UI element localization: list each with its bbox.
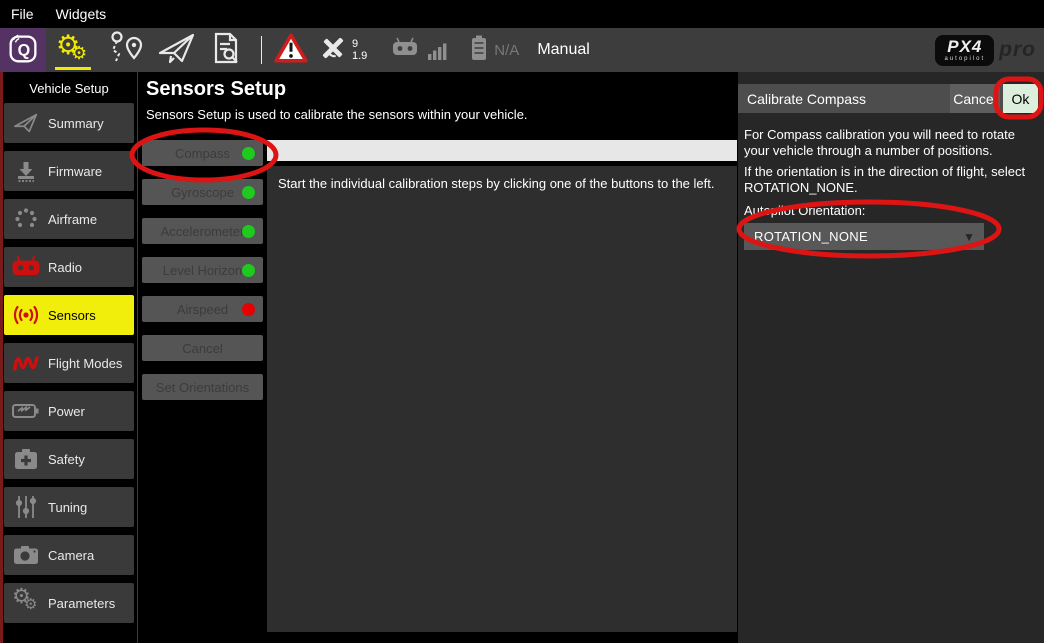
compass-button[interactable]: Compass [142,140,263,166]
gyroscope-button[interactable]: Gyroscope [142,179,263,205]
airspeed-button[interactable]: Airspeed [142,296,263,322]
sidebar-item-flight-modes[interactable]: Flight Modes [4,343,134,383]
vehicle-setup-tab[interactable]: ⚙⚙ [46,28,100,72]
gears-icon: ⚙⚙ [56,34,90,66]
active-tab-underline [55,67,91,70]
toolbar-divider [261,36,262,64]
orientation-dropdown[interactable]: ROTATION_NONE ▼ [744,223,984,250]
gps-count: 9 [352,38,358,50]
set-orientations-button[interactable]: Set Orientations [142,374,263,400]
menu-widgets[interactable]: Widgets [45,1,118,27]
paper-plane-icon [4,112,48,134]
gps-values: 9 1.9 [352,38,367,62]
radio-icon [4,254,48,280]
orientation-value: ROTATION_NONE [744,229,963,245]
qgc-logo-button[interactable]: Q [0,28,46,72]
sidebar-title: Vehicle Setup [0,72,138,103]
waypoint-icon [106,30,146,71]
sidebar-item-camera[interactable]: Camera [4,535,134,575]
sidebar-item-summary[interactable]: Summary [4,103,134,143]
panel-title: Calibrate Compass [738,91,950,107]
flight-mode-label[interactable]: Manual [537,41,589,59]
panel-header: Calibrate Compass Cancel Ok [738,84,1038,113]
calibration-buttons: Compass Gyroscope Accelerometer Level Ho… [142,140,263,413]
power-icon [4,400,48,422]
sidebar-item-firmware[interactable]: Firmware [4,151,134,191]
panel-paragraph-2: If the orientation is in the direction o… [744,164,1040,196]
flight-modes-icon [4,350,48,376]
calibration-hint-text: Start the individual calibration steps b… [267,166,737,191]
parameters-icon: ⚙⚙ [4,590,48,616]
status-dot [242,225,255,238]
satellite-icon [317,32,349,69]
battery-icon [468,34,490,67]
camera-icon [4,543,48,567]
px4-logo-text: PX4 [944,38,985,55]
sidebar-item-parameters[interactable]: ⚙⚙ Parameters [4,583,134,623]
panel-body: For Compass calibration you will need to… [744,127,1040,250]
status-dot [242,186,255,199]
window-edge-strip [0,72,3,643]
level-horizon-button[interactable]: Level Horizon [142,257,263,283]
sidebar-item-safety[interactable]: Safety [4,439,134,479]
accelerometer-button[interactable]: Accelerometer [142,218,263,244]
sidebar-divider [137,72,138,643]
chevron-down-icon: ▼ [963,229,984,245]
vehicle-setup-sidebar: Vehicle Setup Summary Firmware Airf [0,72,138,643]
px4-logo-subtext: autopilot [944,56,985,62]
sidebar-item-tuning[interactable]: Tuning [4,487,134,527]
px4-logo: PX4 autopilot pro [935,35,1036,66]
calibration-log-pane: Start the individual calibration steps b… [267,166,737,632]
page-title: Sensors Setup [146,78,286,101]
airframe-icon [4,207,48,231]
battery-indicator[interactable]: N/A [468,34,519,67]
status-dot [242,303,255,316]
sidebar-item-power[interactable]: Power [4,391,134,431]
calibration-progress-bar [267,140,737,161]
px4-logo-badge: PX4 autopilot [935,35,994,66]
menu-file[interactable]: File [0,1,45,27]
cancel-calibration-button[interactable]: Cancel [142,335,263,361]
rc-rssi-indicator[interactable] [391,36,448,65]
fly-tab[interactable] [152,28,202,72]
menu-bar: File Widgets [0,0,1044,28]
ok-button[interactable]: Ok [1003,84,1038,113]
rc-controller-icon [391,36,419,65]
calibrate-compass-panel: Calibrate Compass Cancel Ok For Compass … [738,72,1044,643]
qgc-logo-icon: Q [4,29,42,72]
page-subtitle: Sensors Setup is used to calibrate the s… [146,107,528,122]
paper-plane-icon [157,31,197,70]
orientation-label: Autopilot Orientation: [744,203,1040,219]
status-dot [242,264,255,277]
safety-icon [4,447,48,471]
signal-bars-icon [428,42,448,65]
battery-status-text: N/A [494,42,519,59]
plan-tab[interactable] [100,28,152,72]
analyze-tab[interactable] [202,28,252,72]
warning-triangle-icon [274,32,308,69]
gps-hdop: 1.9 [352,50,367,62]
status-dot [242,147,255,160]
px4-pro-text: pro [999,38,1036,62]
panel-paragraph-1: For Compass calibration you will need to… [744,127,1040,159]
sensors-icon [4,303,48,327]
toolbar: Q ⚙⚙ [0,28,1044,72]
message-indicator[interactable] [271,28,311,72]
firmware-icon [4,159,48,183]
tuning-icon [4,494,48,520]
document-search-icon [210,30,244,71]
svg-text:Q: Q [18,41,31,59]
sidebar-item-radio[interactable]: Radio [4,247,134,287]
gps-indicator[interactable]: 9 1.9 [317,32,367,69]
sidebar-item-airframe[interactable]: Airframe [4,199,134,239]
sidebar-item-sensors[interactable]: Sensors [4,295,134,335]
cancel-button[interactable]: Cancel [950,84,1000,113]
